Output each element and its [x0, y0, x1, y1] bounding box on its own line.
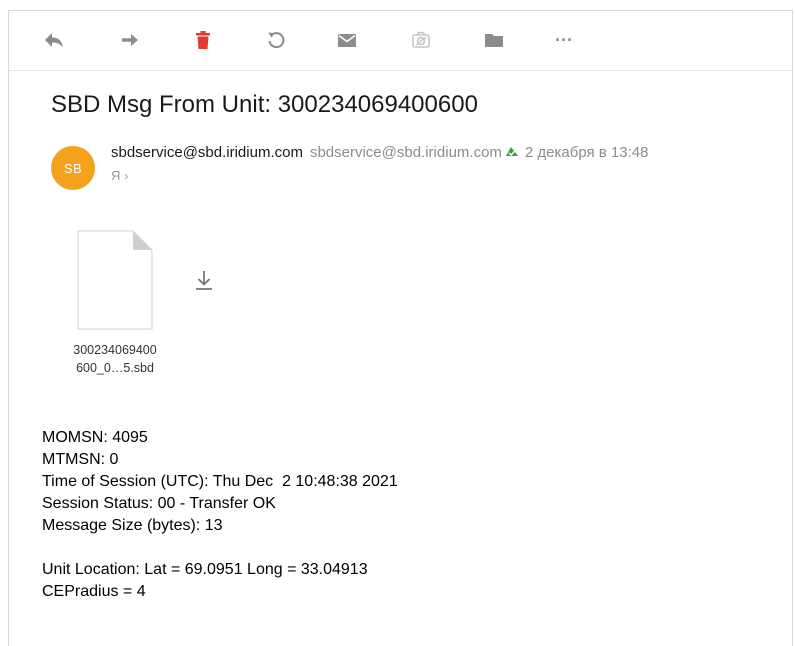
message-subject: SBD Msg From Unit: 300234069400600	[51, 91, 478, 118]
mail-button[interactable]	[332, 25, 362, 55]
avatar-initials: SB	[63, 160, 83, 176]
sender-name[interactable]: sbdservice@sbd.iridium.com	[111, 144, 303, 161]
message-frame: ··· SBD Msg From Unit: 300234069400600 S…	[8, 10, 793, 646]
reply-button[interactable]	[39, 25, 69, 55]
mail-icon	[338, 34, 356, 47]
forward-button[interactable]	[115, 25, 145, 55]
verified-sender-icon	[505, 144, 519, 162]
message-toolbar: ···	[9, 11, 792, 71]
delete-button[interactable]	[188, 25, 218, 55]
attachment-filename-line1: 300234069400	[73, 343, 157, 357]
more-icon: ···	[555, 29, 573, 50]
body-line-momsn: MOMSN: 4095	[42, 429, 148, 446]
attachment-filename-line2: 600_0…5.sbd	[76, 361, 154, 375]
recipient-line[interactable]: Я ›	[111, 168, 128, 183]
body-line-cep-radius: CEPradius = 4	[42, 583, 146, 600]
recipient-name: Я	[111, 168, 121, 183]
folder-icon	[485, 34, 503, 47]
download-attachment-button[interactable]	[193, 269, 215, 293]
attachment-file[interactable]	[77, 230, 153, 330]
body-line-session-time: Time of Session (UTC): Thu Dec 2 10:48:3…	[42, 473, 398, 490]
sender-email[interactable]: sbdservice@sbd.iridium.com	[310, 144, 502, 161]
mark-unread-button[interactable]	[261, 25, 291, 55]
message-body: MOMSN: 4095 MTMSN: 0 Time of Session (UT…	[42, 427, 398, 603]
body-line-mtmsn: MTMSN: 0	[42, 451, 119, 468]
mark-unread-icon	[268, 32, 285, 49]
move-to-folder-button[interactable]	[479, 25, 509, 55]
body-line-session-status: Session Status: 00 - Transfer OK	[42, 495, 276, 512]
more-button[interactable]: ···	[549, 25, 579, 55]
reply-icon	[45, 33, 63, 47]
delete-icon	[196, 31, 210, 49]
sender-avatar[interactable]: SB	[51, 146, 95, 190]
sender-line: sbdservice@sbd.iridium.com sbdservice@sbd…	[111, 144, 648, 162]
chevron-right-icon: ›	[124, 169, 129, 183]
forward-icon	[122, 34, 138, 46]
body-line-unit-location: Unit Location: Lat = 69.0951 Long = 33.0…	[42, 561, 368, 578]
spam-button[interactable]	[406, 25, 436, 55]
message-date: 2 декабря в 13:48	[524, 144, 649, 161]
body-line-message-size: Message Size (bytes): 13	[42, 517, 223, 534]
attachment-filename[interactable]: 300234069400 600_0…5.sbd	[53, 341, 177, 377]
download-icon	[196, 271, 212, 290]
file-icon	[77, 230, 153, 330]
spam-icon	[412, 31, 430, 48]
